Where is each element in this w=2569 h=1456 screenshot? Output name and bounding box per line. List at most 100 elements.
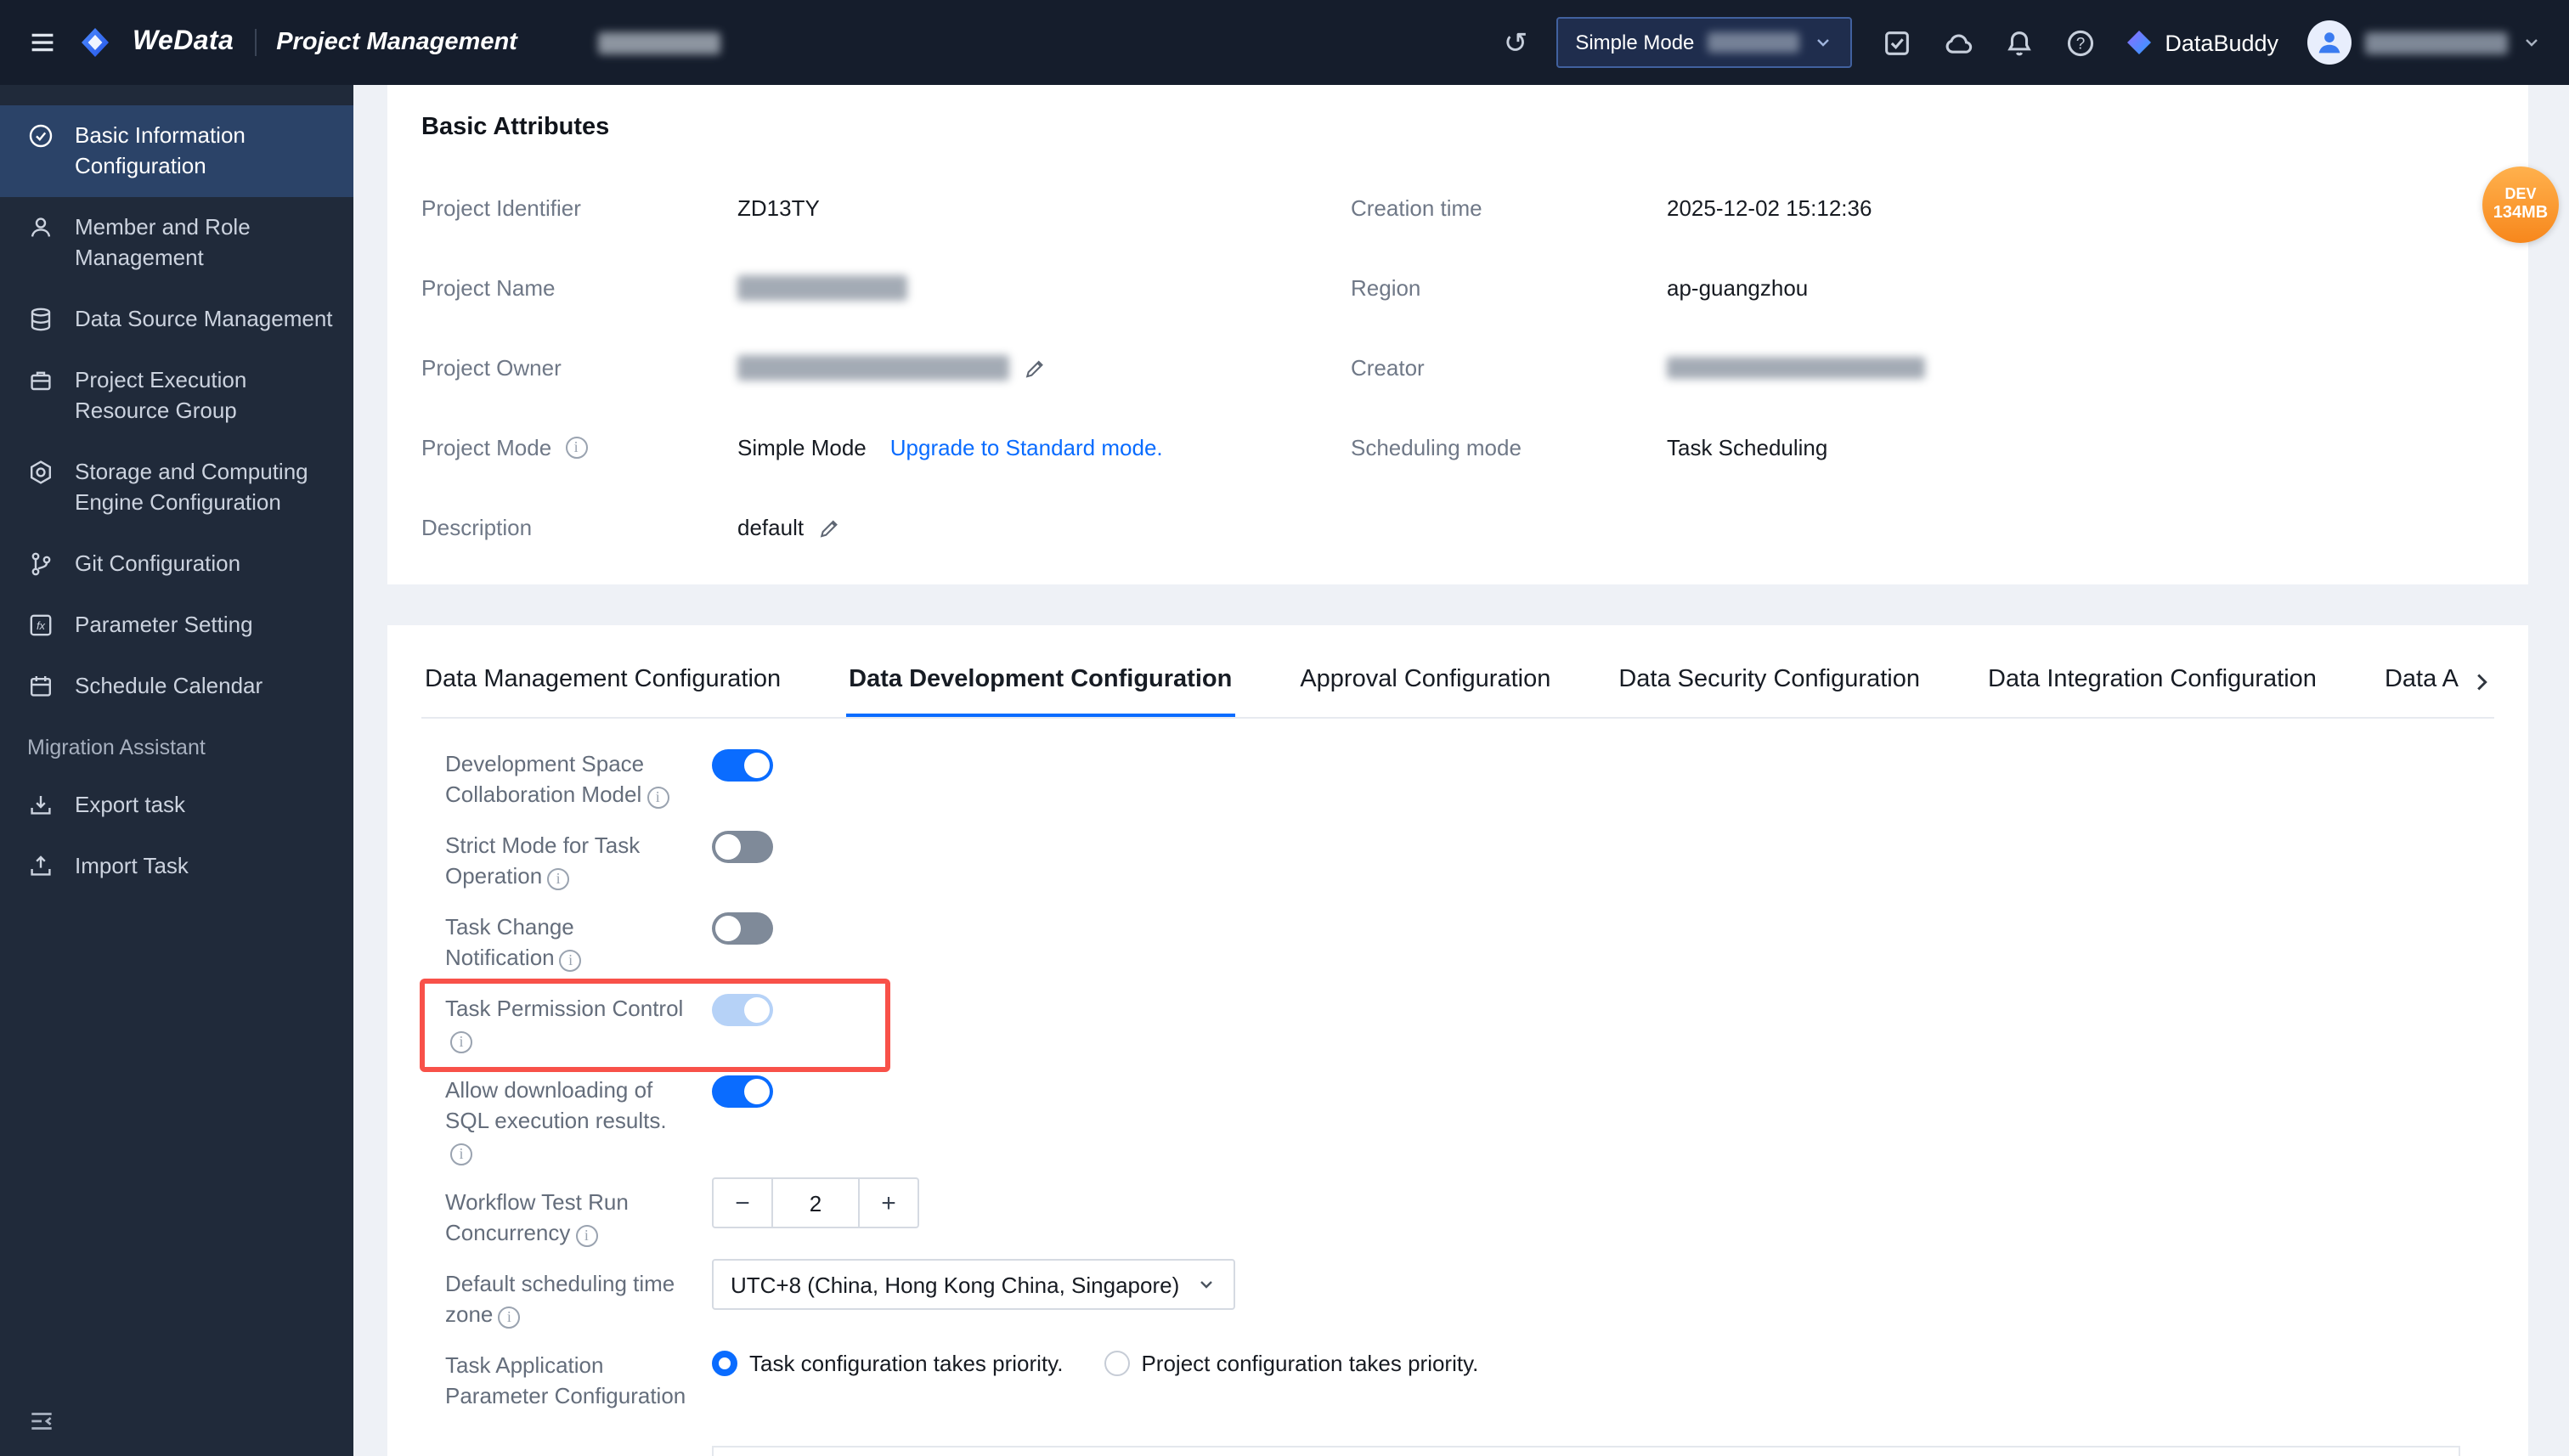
git-branch-icon bbox=[27, 550, 54, 578]
radio-task-configuration-priority[interactable]: Task configuration takes priority. bbox=[712, 1351, 1063, 1376]
concurrency-stepper: − 2 + bbox=[712, 1177, 919, 1228]
setting-label: Task Change Notification bbox=[445, 912, 705, 973]
info-icon[interactable] bbox=[646, 787, 669, 809]
sidebar-item-label: Schedule Calendar bbox=[75, 673, 263, 698]
col-task-type: Task Type bbox=[714, 1448, 1053, 1456]
tab-data-integration-configuration[interactable]: Data Integration Configuration bbox=[1985, 652, 2320, 717]
upgrade-standard-mode-link[interactable]: Upgrade to Standard mode. bbox=[890, 435, 1163, 460]
databuddy-icon bbox=[2127, 31, 2152, 54]
main-content: Basic Attributes Project Identifier ZD13… bbox=[353, 85, 2569, 1456]
svg-text:?: ? bbox=[2076, 35, 2086, 53]
mode-select[interactable]: Simple Mode bbox=[1556, 17, 1853, 68]
sidebar-item-member-and-role-management[interactable]: Member and Role Management bbox=[0, 197, 353, 289]
sidebar-item-label: Member and Role Management bbox=[75, 214, 251, 270]
databuddy-button[interactable]: DataBuddy bbox=[2126, 29, 2278, 56]
fx-icon: fx bbox=[27, 612, 54, 639]
badge-size-label: 134MB bbox=[2493, 204, 2549, 223]
sidebar-item-label: Basic Information Configuration bbox=[75, 122, 246, 178]
toggle-development-space-collaboration[interactable] bbox=[712, 749, 773, 782]
field-value: Simple Mode bbox=[737, 435, 867, 460]
field-scheduling-mode: Scheduling mode Task Scheduling bbox=[1351, 408, 2494, 488]
redacted-mode-text bbox=[1708, 32, 1800, 53]
sidebar-item-export-task[interactable]: Export task bbox=[0, 775, 353, 836]
stepper-plus-button[interactable]: + bbox=[860, 1179, 918, 1227]
field-value: ZD13TY bbox=[737, 195, 820, 221]
stepper-minus-button[interactable]: − bbox=[714, 1179, 771, 1227]
radio-icon bbox=[712, 1351, 737, 1376]
sidebar-item-storage-and-computing-engine-configuration[interactable]: Storage and Computing Engine Configurati… bbox=[0, 442, 353, 533]
field-creator: Creator bbox=[1351, 328, 2494, 408]
toggle-task-change-notification[interactable] bbox=[712, 912, 773, 945]
edit-owner-icon[interactable] bbox=[1023, 356, 1047, 380]
basic-attributes-fields: Project Identifier ZD13TY Project Name P… bbox=[421, 168, 2494, 567]
info-icon[interactable] bbox=[547, 868, 570, 890]
col-default-application-parameters: Default Application Parameters bbox=[1053, 1448, 1407, 1456]
tab-data-development-configuration[interactable]: Data Development Configuration bbox=[845, 652, 1236, 717]
info-icon[interactable] bbox=[575, 1225, 598, 1247]
tab-data-security-configuration[interactable]: Data Security Configuration bbox=[1615, 652, 1923, 717]
row-parameter-table: Task Type Default Application Parameters… bbox=[445, 1432, 2494, 1456]
cloud-icon[interactable] bbox=[1942, 26, 1974, 59]
navbar-right: ↺ Simple Mode ? DataBuddy bbox=[1504, 17, 2542, 68]
toggle-strict-mode[interactable] bbox=[712, 831, 773, 863]
field-label: Project Owner bbox=[421, 355, 562, 381]
tab-data-ar-truncated[interactable]: Data Ar bbox=[2381, 652, 2470, 717]
field-label: Project Name bbox=[421, 275, 556, 301]
setting-label: Strict Mode for Task Operation bbox=[445, 831, 705, 892]
sidebar-item-label: Data Source Management bbox=[75, 306, 333, 331]
navbar-left: WeData Project Management bbox=[27, 25, 721, 59]
sidebar-item-label: Parameter Setting bbox=[75, 612, 253, 637]
top-navbar: WeData Project Management ↺ Simple Mode bbox=[0, 0, 2569, 85]
toggle-allow-sql-download[interactable] bbox=[712, 1075, 773, 1108]
radio-project-configuration-priority[interactable]: Project configuration takes priority. bbox=[1104, 1351, 1478, 1376]
timezone-select[interactable]: UTC+8 (China, Hong Kong China, Singapore… bbox=[712, 1259, 1236, 1310]
toggle-task-permission-control[interactable] bbox=[712, 994, 773, 1026]
field-project-name: Project Name bbox=[421, 248, 1351, 328]
sidebar-item-import-task[interactable]: Import Task bbox=[0, 836, 353, 897]
edit-description-icon[interactable] bbox=[817, 516, 841, 539]
radio-label: Task configuration takes priority. bbox=[749, 1351, 1064, 1376]
sidebar-item-basic-information-configuration[interactable]: Basic Information Configuration bbox=[0, 105, 353, 197]
account-menu[interactable] bbox=[2307, 20, 2542, 65]
sidebar-item-data-source-management[interactable]: Data Source Management bbox=[0, 289, 353, 350]
sidebar-item-label: Import Task bbox=[75, 853, 189, 878]
redacted-creator bbox=[1667, 357, 1925, 379]
bell-icon[interactable] bbox=[2003, 26, 2035, 59]
info-icon[interactable] bbox=[559, 950, 582, 972]
field-label: Scheduling mode bbox=[1351, 435, 1522, 460]
card-title: Basic Attributes bbox=[421, 114, 610, 141]
application-parameters-table: Task Type Default Application Parameters… bbox=[712, 1446, 2460, 1456]
tabs-scroll-right-icon[interactable] bbox=[2459, 669, 2494, 695]
info-icon[interactable] bbox=[565, 437, 588, 459]
row-task-application-parameter-configuration: Task Application Parameter Configuration… bbox=[445, 1351, 2494, 1412]
sidebar: Basic Information Configuration Member a… bbox=[0, 85, 353, 1456]
sidebar-item-schedule-calendar[interactable]: Schedule Calendar bbox=[0, 656, 353, 717]
redacted-account-name bbox=[2365, 31, 2508, 54]
menu-icon[interactable] bbox=[27, 27, 58, 58]
divider bbox=[254, 29, 257, 56]
fields-left-column: Project Identifier ZD13TY Project Name P… bbox=[421, 168, 1351, 567]
stepper-value[interactable]: 2 bbox=[771, 1179, 860, 1227]
sidebar-item-parameter-setting[interactable]: fx Parameter Setting bbox=[0, 595, 353, 656]
database-icon bbox=[27, 306, 54, 333]
briefcase-icon bbox=[27, 367, 54, 394]
undo-icon[interactable]: ↺ bbox=[1504, 28, 1528, 57]
info-icon[interactable] bbox=[450, 1143, 472, 1165]
sidebar-collapse-icon[interactable] bbox=[27, 1407, 56, 1436]
dev-env-badge[interactable]: DEV 134MB bbox=[2482, 166, 2559, 243]
tab-data-management-configuration[interactable]: Data Management Configuration bbox=[421, 652, 784, 717]
row-development-space-collaboration-model: Development Space Collaboration Model bbox=[445, 749, 2494, 810]
avatar bbox=[2307, 20, 2352, 65]
task-check-icon[interactable] bbox=[1881, 26, 1913, 59]
svg-text:fx: fx bbox=[37, 619, 46, 632]
info-icon[interactable] bbox=[450, 1031, 472, 1053]
wedata-logo-icon[interactable] bbox=[78, 25, 112, 59]
chevron-down-icon bbox=[2526, 39, 2538, 47]
sidebar-item-label: Storage and Computing Engine Configurati… bbox=[75, 459, 308, 515]
sidebar-item-git-configuration[interactable]: Git Configuration bbox=[0, 533, 353, 595]
tab-approval-configuration[interactable]: Approval Configuration bbox=[1296, 652, 1554, 717]
help-icon[interactable]: ? bbox=[2064, 26, 2097, 59]
sidebar-item-project-execution-resource-group[interactable]: Project Execution Resource Group bbox=[0, 350, 353, 442]
field-value: 2025-12-02 15:12:36 bbox=[1667, 195, 1872, 221]
info-icon[interactable] bbox=[498, 1306, 521, 1329]
